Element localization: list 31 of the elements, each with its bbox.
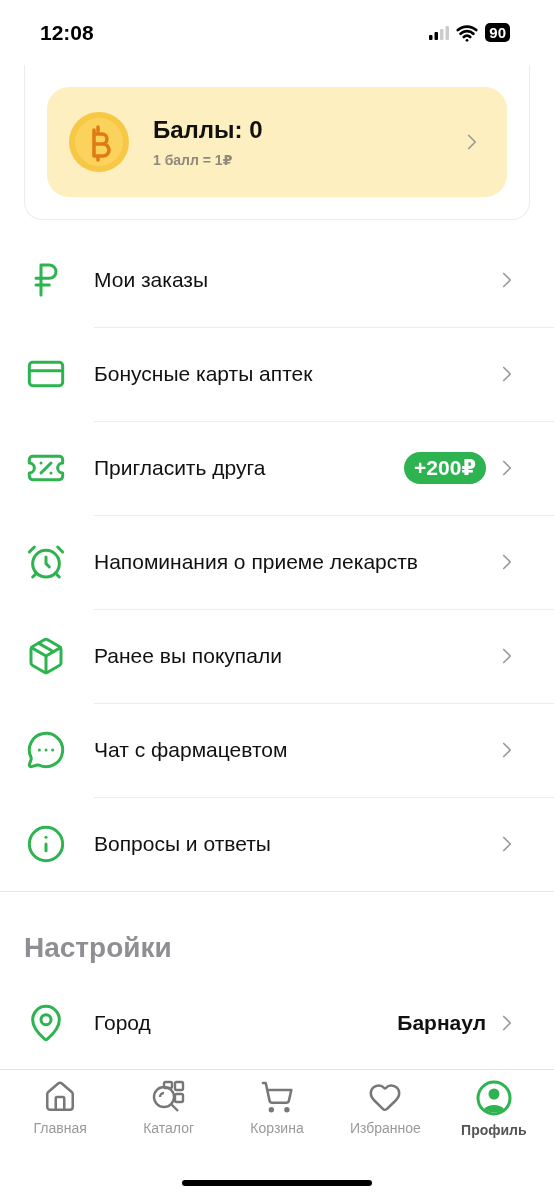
menu-item[interactable]: Бонусные карты аптек bbox=[0, 327, 554, 422]
section-title: Настройки bbox=[23, 931, 173, 966]
points-card[interactable]: Баллы: 0 1 балл = 1₽ bbox=[47, 87, 507, 198]
chat-icon bbox=[26, 730, 66, 771]
menu-label: Пригласить друга bbox=[94, 455, 267, 480]
profile-icon[interactable] bbox=[475, 1080, 512, 1117]
points-title: Баллы: 0 bbox=[153, 116, 264, 145]
menu-item[interactable]: Чат с фармацевтом bbox=[0, 703, 554, 798]
menu-label: Бонусные карты аптек bbox=[94, 361, 314, 386]
status-time: 12:08 bbox=[40, 20, 94, 45]
menu-label: Мои заказы bbox=[94, 267, 210, 292]
signal-icon bbox=[429, 25, 450, 40]
menu-label: Напоминания о приеме лекарств bbox=[94, 549, 419, 574]
bonus-badge: +200₽ bbox=[404, 451, 486, 484]
battery-indicator: 90 bbox=[485, 23, 510, 43]
menu-item[interactable]: Пригласить друга +200₽ bbox=[0, 421, 554, 516]
settings-label: Город bbox=[94, 1010, 152, 1035]
tab-item[interactable]: Профиль bbox=[439, 1080, 549, 1181]
menu-label: Чат с фармацевтом bbox=[94, 737, 289, 762]
menu-label: Вопросы и ответы bbox=[94, 832, 272, 857]
info-icon bbox=[26, 824, 66, 865]
menu-item[interactable]: Вопросы и ответы bbox=[0, 797, 554, 892]
points-rate: 1 балл = 1₽ bbox=[153, 152, 234, 169]
settings-value: Барнаул bbox=[397, 1010, 486, 1035]
menu-label: Ранее вы покупали bbox=[94, 643, 283, 668]
menu-item[interactable]: Напоминания о приеме лекарств bbox=[0, 515, 554, 610]
coin-icon bbox=[69, 112, 129, 173]
settings-item[interactable]: Город Барнаул bbox=[0, 976, 554, 1070]
menu-item[interactable]: Ранее вы покупали bbox=[0, 609, 554, 704]
menu-item[interactable]: Мои заказы bbox=[0, 233, 554, 328]
cart-icon[interactable] bbox=[260, 1080, 294, 1115]
